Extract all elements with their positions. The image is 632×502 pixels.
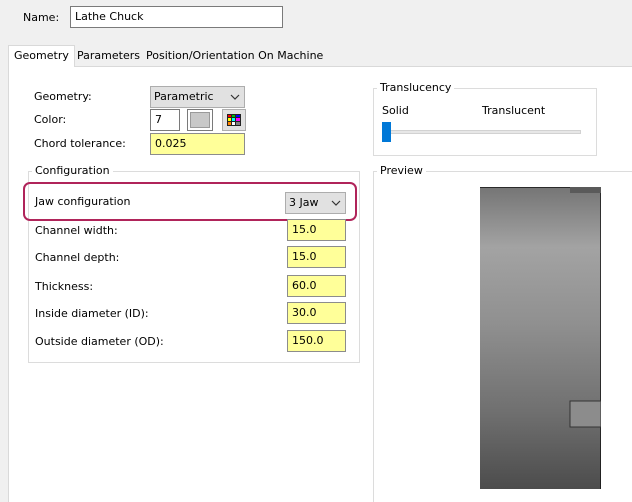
color-input[interactable]: 7 [150, 109, 180, 131]
name-input[interactable]: Lathe Chuck [70, 6, 283, 28]
translucency-slider-track[interactable] [383, 130, 581, 134]
color-palette-icon [227, 114, 241, 126]
color-label: Color: [34, 113, 67, 126]
chord-tolerance-label: Chord tolerance: [34, 137, 126, 150]
geometry-select-value: Parametric [154, 90, 214, 103]
color-swatch-button[interactable] [187, 109, 213, 131]
color-swatch [190, 112, 210, 128]
thickness-input[interactable]: 60.0 [287, 275, 346, 297]
outside-diameter-input[interactable]: 150.0 [287, 330, 346, 352]
chevron-down-icon [230, 94, 240, 100]
chevron-down-icon [331, 200, 341, 206]
channel-depth-label: Channel depth: [35, 251, 120, 264]
tab-geometry[interactable]: Geometry [8, 45, 75, 67]
jaw-config-select-value: 3 Jaw [289, 196, 319, 209]
channel-width-label: Channel width: [35, 224, 118, 237]
outside-diameter-label: Outside diameter (OD): [35, 335, 164, 348]
configuration-title: Configuration [32, 164, 113, 178]
color-palette-button[interactable] [222, 109, 246, 131]
chord-tolerance-input[interactable]: 0.025 [150, 133, 245, 155]
tab-position-orientation[interactable]: Position/Orientation On Machine [141, 46, 328, 66]
solid-label: Solid [382, 104, 409, 117]
lathe-chuck-preview [480, 186, 602, 489]
channel-width-input[interactable]: 15.0 [287, 219, 346, 241]
inside-diameter-label: Inside diameter (ID): [35, 307, 149, 320]
thickness-label: Thickness: [35, 280, 94, 293]
translucency-group [373, 88, 597, 156]
translucency-title: Translucency [377, 81, 455, 95]
translucent-label: Translucent [482, 104, 546, 117]
jaw-config-label: Jaw configuration [35, 195, 131, 208]
geometry-select[interactable]: Parametric [150, 86, 245, 108]
name-label: Name: [23, 11, 60, 24]
geometry-label: Geometry: [34, 90, 92, 103]
jaw-config-select[interactable]: 3 Jaw [285, 192, 346, 214]
inside-diameter-input[interactable]: 30.0 [287, 302, 346, 324]
channel-depth-input[interactable]: 15.0 [287, 246, 346, 268]
translucency-slider-thumb[interactable] [382, 122, 391, 142]
tab-parameters[interactable]: Parameters [72, 46, 145, 66]
preview-canvas [480, 186, 602, 489]
preview-title: Preview [377, 164, 426, 178]
